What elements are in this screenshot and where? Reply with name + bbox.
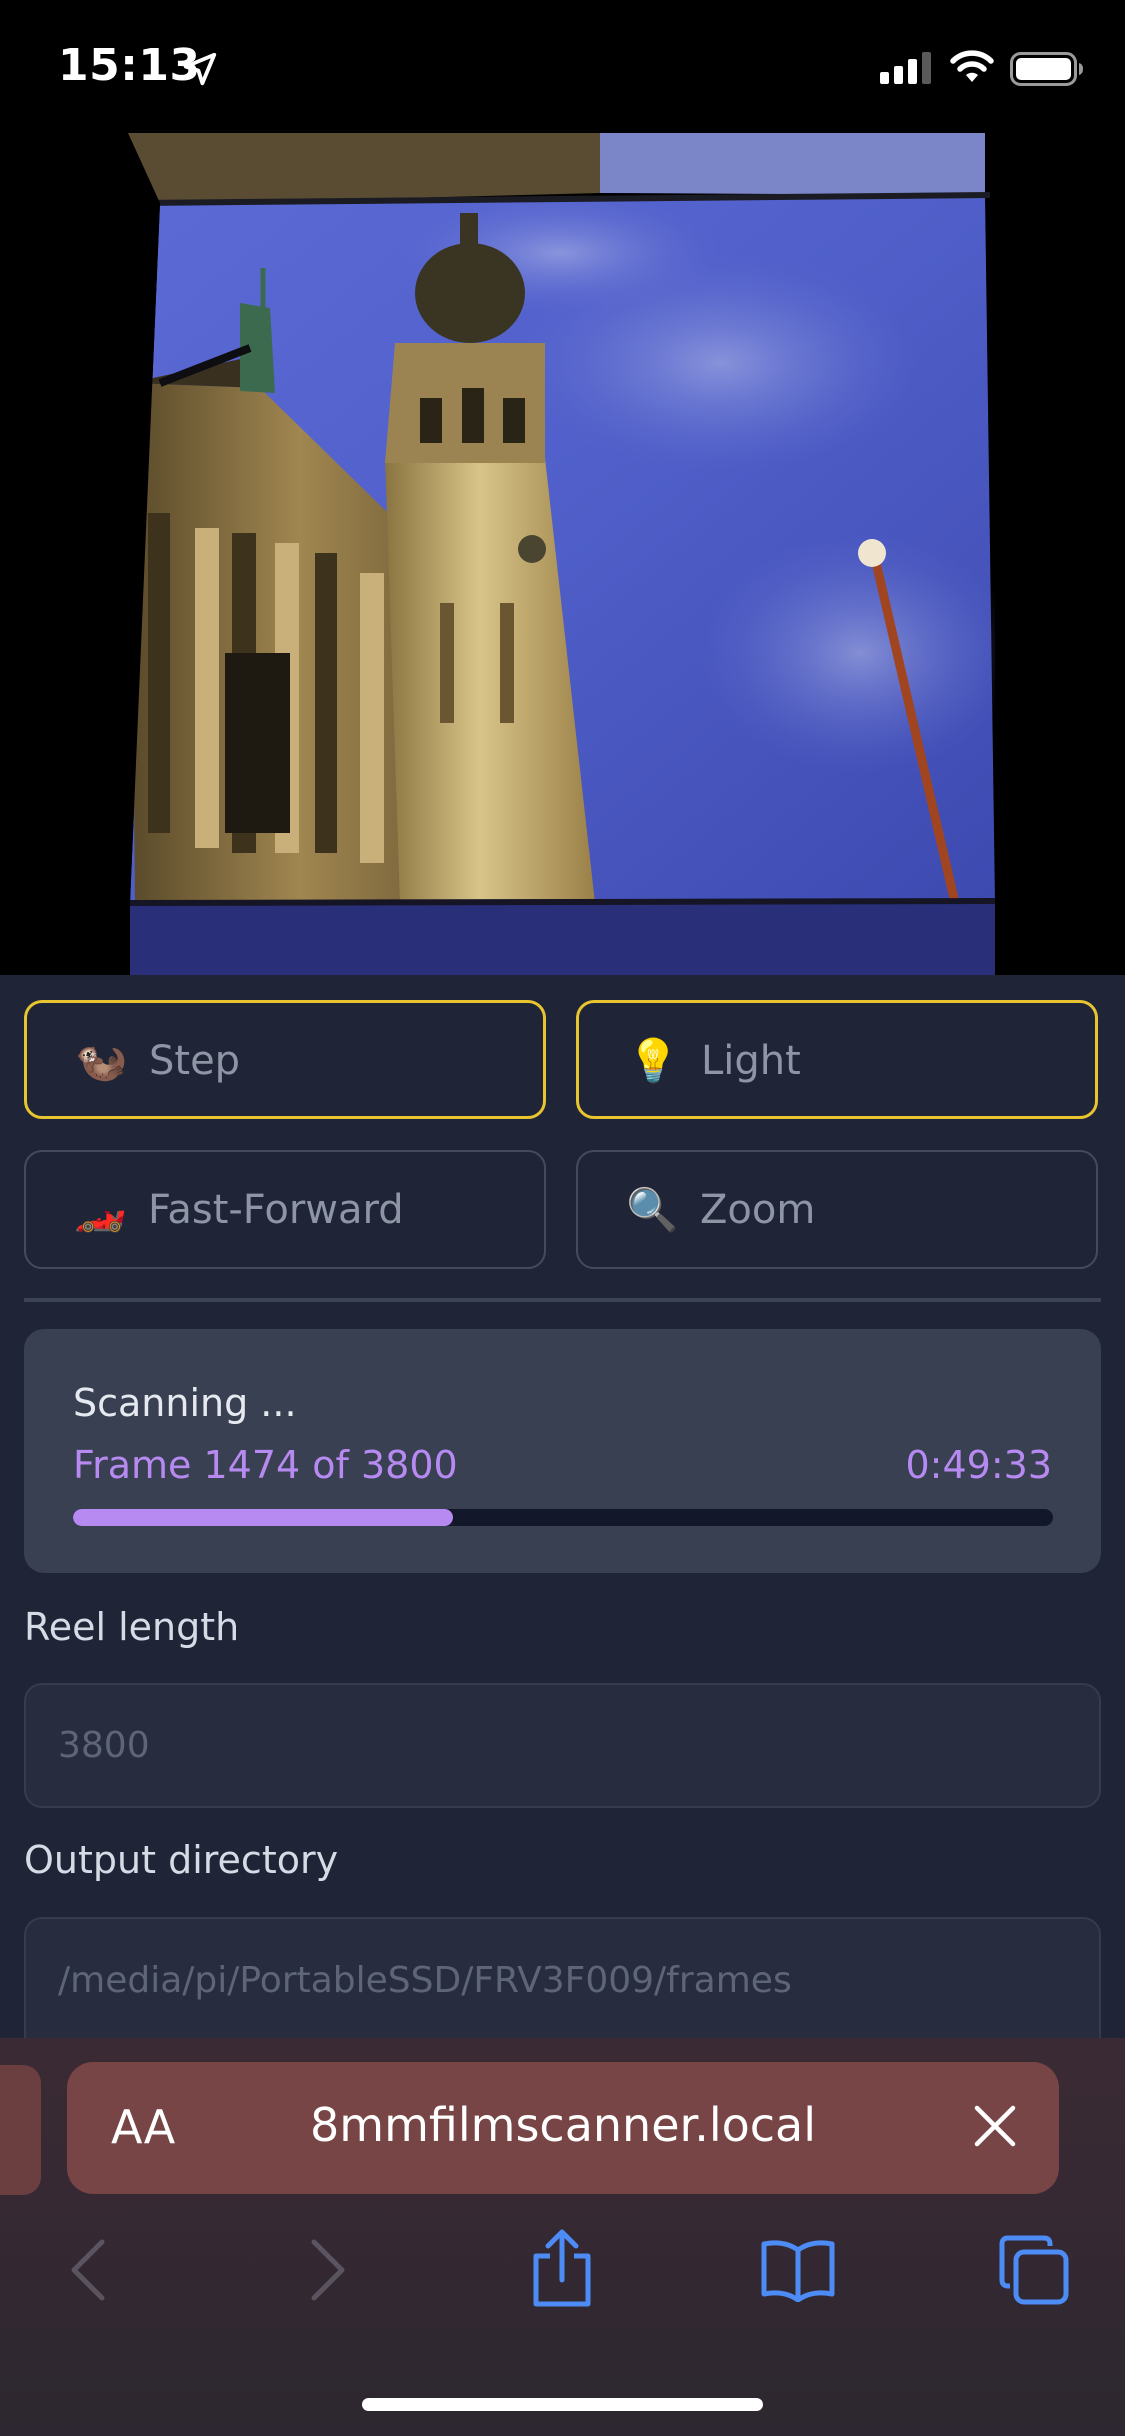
light-button[interactable]: 💡 Light: [576, 1000, 1098, 1119]
reel-length-input[interactable]: [24, 1683, 1101, 1808]
step-button[interactable]: 🦦 Step: [24, 1000, 546, 1119]
close-icon[interactable]: [971, 2102, 1019, 2150]
address-bar[interactable]: AA 8mmfilmscanner.local: [67, 2062, 1059, 2194]
magnifier-icon: 🔍: [626, 1185, 679, 1234]
url-text[interactable]: 8mmfilmscanner.local: [67, 2098, 1059, 2152]
output-directory-input[interactable]: [24, 1917, 1101, 2057]
step-button-label: Step: [149, 1038, 241, 1084]
cellular-signal-icon: [880, 52, 931, 84]
share-icon[interactable]: [528, 2228, 596, 2308]
scan-status-card: Scanning ... Frame 1474 of 3800 0:49:33: [24, 1329, 1101, 1573]
fast-forward-button-label: Fast-Forward: [148, 1187, 404, 1233]
light-bulb-icon: 💡: [627, 1036, 680, 1085]
wifi-icon: [950, 50, 994, 82]
otter-icon: 🦦: [75, 1036, 128, 1085]
location-arrow-icon: [183, 52, 217, 86]
zoom-button[interactable]: 🔍 Zoom: [576, 1150, 1098, 1269]
battery-icon: [1010, 52, 1083, 86]
fast-forward-button[interactable]: 🏎️ Fast-Forward: [24, 1150, 546, 1269]
forward-icon[interactable]: [306, 2238, 350, 2302]
reel-length-label: Reel length: [24, 1605, 240, 1649]
racing-car-icon: 🏎️: [74, 1185, 127, 1234]
status-bar: 15:13: [0, 0, 1125, 133]
status-time: 15:13: [58, 40, 201, 91]
scan-status-title: Scanning ...: [73, 1381, 297, 1425]
scan-progress-fill: [73, 1509, 454, 1526]
section-divider: [24, 1298, 1101, 1302]
previous-tab-preview[interactable]: [0, 2065, 41, 2195]
browser-toolbar: AA 8mmfilmscanner.local: [0, 2038, 1125, 2436]
light-button-label: Light: [701, 1038, 801, 1084]
frame-counter: Frame 1474 of 3800: [73, 1443, 458, 1487]
scan-progress-bar: [73, 1509, 1053, 1526]
film-frame-image: [0, 133, 1125, 975]
bookmarks-icon[interactable]: [760, 2238, 836, 2302]
film-frame-preview: [0, 133, 1125, 975]
home-indicator[interactable]: [362, 2398, 763, 2411]
output-directory-label: Output directory: [24, 1838, 339, 1882]
elapsed-time: 0:49:33: [905, 1443, 1053, 1487]
tabs-icon[interactable]: [998, 2234, 1070, 2306]
zoom-button-label: Zoom: [700, 1187, 816, 1233]
back-icon[interactable]: [66, 2238, 110, 2302]
